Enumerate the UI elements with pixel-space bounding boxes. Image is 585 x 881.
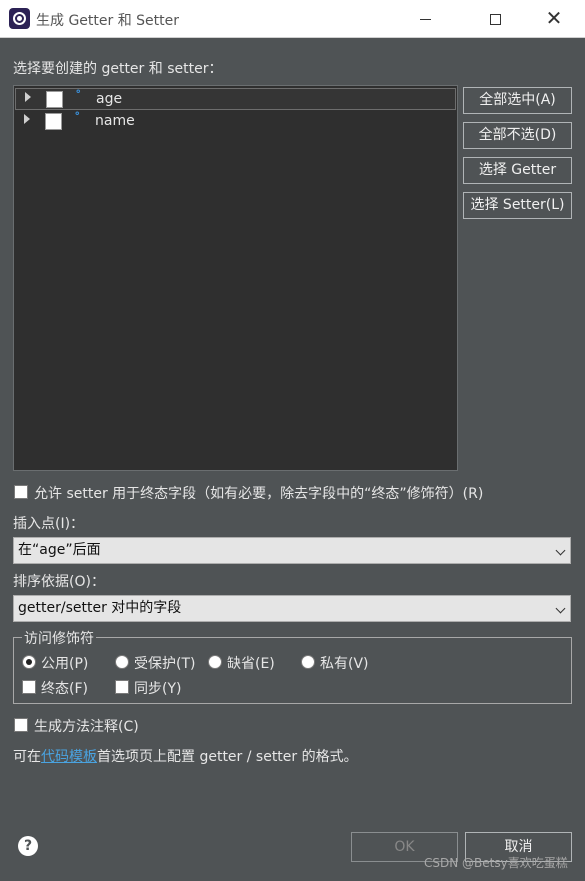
maximize-icon [489, 14, 501, 25]
tree-row-name[interactable]: ˚ name [15, 111, 456, 133]
select-all-button[interactable]: 全部选中(A) [463, 87, 572, 114]
window-title: 生成 Getter 和 Setter [36, 13, 180, 29]
radio-private[interactable] [301, 655, 315, 669]
field-tree[interactable]: ˚ age ˚ name [13, 85, 458, 471]
tree-row-age[interactable]: ˚ age [15, 88, 456, 110]
sort-by-select[interactable]: getter/setter 对中的字段 [13, 595, 571, 622]
access-modifier-title: 访问修饰符 [22, 628, 96, 648]
radio-private-label: 私有(V) [320, 656, 369, 672]
code-templates-link[interactable]: 代码模板 [41, 749, 97, 765]
field-checkbox-name[interactable] [45, 113, 62, 130]
field-icon: ˚ [75, 90, 82, 105]
field-name-name: name [95, 113, 135, 129]
sort-by-label: 排序依据(O)： [13, 574, 105, 590]
field-icon: ˚ [74, 112, 81, 127]
radio-default-label: 缺省(E) [227, 656, 275, 672]
generate-comments-checkbox[interactable] [14, 718, 28, 732]
deselect-all-button[interactable]: 全部不选(D) [463, 122, 572, 149]
config-note: 可在代码模板首选项页上配置 getter / setter 的格式。 [13, 746, 358, 766]
insertion-point-value: 在“age”后面 [18, 542, 101, 558]
final-checkbox[interactable] [22, 680, 36, 694]
watermark: CSDN @Betsy喜欢吃蛋糕 [424, 856, 568, 870]
allow-setter-final-label: 允许 setter 用于终态字段（如有必要，除去字段中的“终态”修饰符）(R) [34, 486, 484, 502]
config-note-suffix: 首选项页上配置 getter / setter 的格式。 [97, 749, 358, 765]
allow-setter-final-checkbox[interactable] [14, 485, 28, 499]
sync-checkbox[interactable] [115, 680, 129, 694]
expand-arrow-icon[interactable] [25, 92, 31, 102]
radio-public[interactable] [22, 655, 36, 669]
expand-arrow-icon[interactable] [24, 114, 30, 124]
radio-protected-label: 受保护(T) [134, 656, 196, 672]
field-checkbox-age[interactable] [46, 91, 63, 108]
maximize-button[interactable] [472, 0, 518, 38]
sync-label: 同步(Y) [134, 681, 182, 697]
radio-public-label: 公用(P) [41, 656, 89, 672]
prompt-label: 选择要创建的 getter 和 setter： [13, 61, 223, 77]
minimize-icon [419, 19, 431, 20]
access-modifier-group: 访问修饰符 公用(P) 受保护(T) 缺省(E) 私有(V) 终态(F) 同步(… [13, 628, 572, 704]
radio-protected[interactable] [115, 655, 129, 669]
minimize-button[interactable] [402, 0, 448, 38]
insertion-point-label: 插入点(I)： [13, 516, 85, 532]
chevron-down-icon [555, 603, 566, 614]
title-bar: 生成 Getter 和 Setter ✕ [0, 0, 585, 38]
sort-by-value: getter/setter 对中的字段 [18, 600, 182, 616]
insertion-point-select[interactable]: 在“age”后面 [13, 537, 571, 564]
generate-comments-label: 生成方法注释(C) [34, 719, 139, 735]
config-note-prefix: 可在 [13, 749, 41, 765]
help-icon[interactable]: ? [18, 836, 38, 856]
select-setter-button[interactable]: 选择 Setter(L) [463, 192, 572, 219]
radio-default[interactable] [208, 655, 222, 669]
chevron-down-icon [555, 545, 566, 556]
select-getter-button[interactable]: 选择 Getter [463, 157, 572, 184]
eclipse-app-icon [9, 8, 30, 29]
close-button[interactable]: ✕ [531, 0, 577, 38]
final-label: 终态(F) [41, 681, 88, 697]
field-name-age: age [96, 91, 123, 107]
